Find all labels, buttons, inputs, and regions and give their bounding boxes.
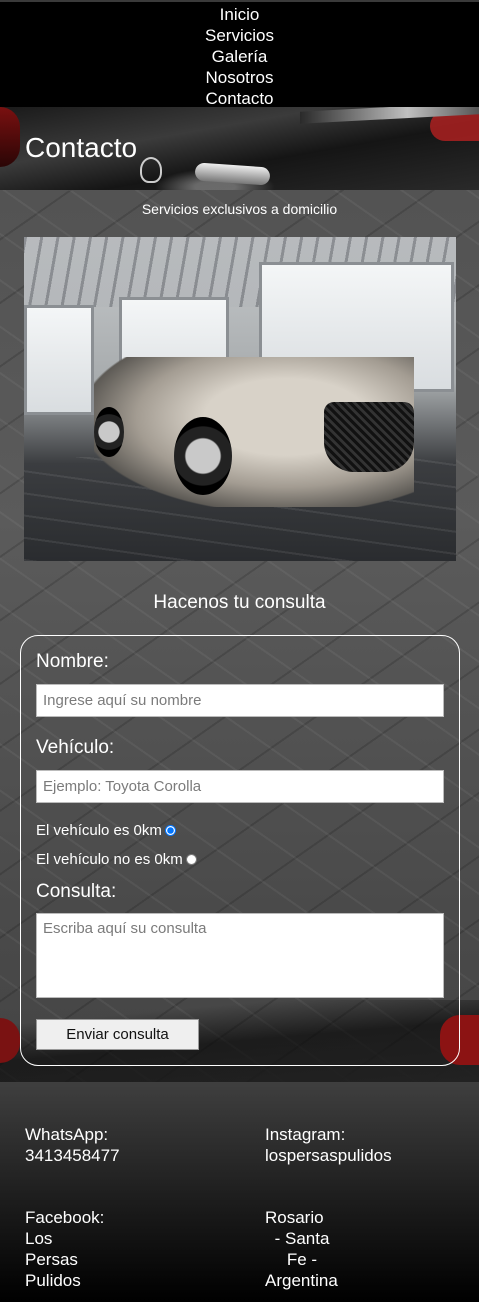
garage-window (24, 305, 94, 415)
nav-link-inicio[interactable]: Inicio (220, 4, 260, 25)
footer-whatsapp: WhatsApp: 3413458477 (25, 1124, 120, 1166)
footer-instagram: Instagram: lospersaspulidos (265, 1124, 392, 1166)
nav-link-servicios[interactable]: Servicios (205, 25, 274, 46)
location-line: - Santa (274, 1229, 330, 1248)
vehicle-input[interactable] (36, 770, 444, 803)
nav-link-nosotros[interactable]: Nosotros (205, 67, 273, 88)
instagram-handle[interactable]: lospersaspulidos (265, 1145, 392, 1166)
vehicle-label: Vehículo: (36, 737, 115, 758)
nav-link-galeria[interactable]: Galería (212, 46, 268, 67)
facebook-name[interactable]: Los Persas Pulidos (25, 1228, 85, 1291)
car-wheel (174, 417, 232, 495)
name-input[interactable] (36, 684, 444, 717)
submit-button[interactable]: Enviar consulta (36, 1019, 199, 1050)
radio-row-0km: El vehículo es 0km (36, 822, 176, 839)
background-taillight (0, 1018, 20, 1063)
hero-banner: Contacto (0, 107, 479, 190)
location-line: Rosario (265, 1208, 324, 1227)
tagline: Servicios exclusivos a domicilio (141, 201, 338, 217)
radio-not-0km[interactable] (185, 854, 197, 865)
radio-0km-label: El vehículo es 0km (36, 822, 162, 839)
nav-link-contacto[interactable]: Contacto (205, 88, 273, 109)
car-photo (24, 237, 456, 561)
instagram-label: Instagram: (265, 1125, 346, 1144)
facebook-name-line: Pulidos (25, 1271, 81, 1290)
facebook-label: Facebook: (25, 1208, 105, 1227)
whatsapp-number[interactable]: 3413458477 (25, 1145, 120, 1166)
radio-0km[interactable] (164, 825, 176, 836)
facebook-name-line: Los (25, 1229, 53, 1248)
name-label: Nombre: (36, 651, 109, 672)
location-line: Fe - (286, 1250, 318, 1269)
page-title: Contacto (25, 132, 138, 163)
hero-car-emblem (140, 157, 162, 183)
radio-not-0km-label: El vehículo no es 0km (36, 851, 183, 868)
footer: WhatsApp: 3413458477 Instagram: lospersa… (0, 1082, 479, 1302)
hero-car-taillight (0, 107, 20, 167)
car-wheel (94, 407, 124, 457)
hero-car-door-handle (194, 162, 271, 186)
form-heading: Hacenos tu consulta (153, 592, 326, 613)
top-navigation: Inicio Servicios Galería Nosotros Contac… (0, 0, 479, 109)
location-line: Argentina (265, 1271, 338, 1290)
query-label: Consulta: (36, 881, 117, 902)
radio-row-not-0km: El vehículo no es 0km (36, 851, 197, 868)
facebook-name-line: Persas (25, 1250, 78, 1269)
footer-location: Rosario - Santa Fe - Argentina (262, 1207, 342, 1291)
car-grille (324, 402, 414, 472)
query-textarea[interactable] (36, 913, 444, 998)
footer-facebook: Facebook: Los Persas Pulidos (25, 1207, 104, 1291)
whatsapp-label: WhatsApp: (25, 1125, 109, 1144)
